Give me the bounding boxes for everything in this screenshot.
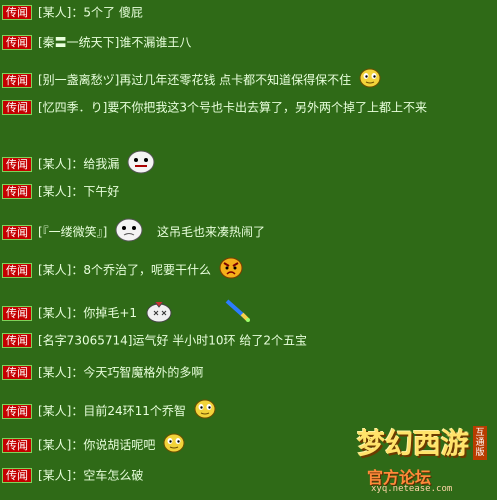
rumor-tag: 传闻 [2, 72, 32, 88]
rumor-tag: 传闻 [2, 333, 32, 348]
rumor-tag: 传闻 [2, 365, 32, 380]
rumor-tag: 传闻 [2, 156, 32, 172]
rumor-tag: 传闻 [2, 305, 32, 321]
chat-row: 传闻 [别一盏离愁ヅ]再过几年还零花钱 点卡都不知道保得保不住 [2, 68, 495, 92]
rumor-tag: 传闻 [2, 35, 32, 50]
chat-message: [某人]：今天巧智魔格外的多啊 [38, 365, 204, 380]
chat-row: 传闻 [某人]：给我漏 [2, 150, 495, 178]
rumor-tag: 传闻 [2, 184, 32, 199]
chat-message: [某人]：5个了 傻屁 [38, 5, 143, 20]
rumor-tag: 传闻 [2, 5, 32, 20]
logo-title: 梦幻西游 [357, 427, 470, 460]
chat-message: [某人]：给我漏 [38, 157, 120, 171]
smiley-face-icon [194, 399, 216, 423]
rumor-tag: 传闻 [2, 262, 32, 278]
rumor-tag: 传闻 [2, 403, 32, 419]
chat-message-continued: 这吊毛也来凑热闹了 [157, 225, 266, 239]
angry-face-icon [219, 257, 243, 283]
chat-message: [某人]：你说胡话呢吧 [38, 438, 156, 452]
chat-row: 传闻 [秦〓一统天下]谁不漏谁王八 [2, 34, 495, 51]
chat-message: [某人]：目前24环11个乔智 [38, 404, 186, 418]
ghost-face-icon [127, 150, 155, 178]
chat-row: 传闻 [『一缕微笑』] 这吊毛也来凑热闹了 [2, 218, 495, 246]
smiley-face-icon [163, 433, 185, 457]
rumor-tag: 传闻 [2, 437, 32, 453]
chat-row: 传闻 [忆四季．り]要不你把我这3个号也卡出去算了，另外两个掉了上都上不来 [2, 99, 495, 116]
game-forum-logo: 梦幻西游 互通版 官方论坛 xyq.netease.com [351, 416, 491, 496]
rumor-tag: 传闻 [2, 468, 32, 483]
chat-message: [『一缕微笑』] [38, 225, 108, 239]
chat-message: [忆四季．り]要不你把我这3个号也卡出去算了，另外两个掉了上都上不来 [38, 100, 428, 115]
chat-row: 传闻 [某人]：下午好 [2, 183, 495, 200]
chat-message: [别一盏离愁ヅ]再过几年还零花钱 点卡都不知道保得保不住 [38, 73, 352, 87]
chat-message: [名字73065714]运气好 半小时10环 给了2个五宝 [38, 333, 307, 348]
chat-message: [秦〓一统天下]谁不漏谁王八 [38, 35, 192, 50]
chat-row: 传闻 [某人]：你掉毛+1 [2, 298, 495, 328]
chat-row: 传闻 [某人]：今天巧智魔格外的多啊 [2, 364, 495, 381]
logo-badge: 互通版 [473, 426, 487, 460]
chat-row: 传闻 [某人]：5个了 傻屁 [2, 4, 495, 21]
rumor-tag: 传闻 [2, 100, 32, 115]
sword-item-icon [225, 299, 251, 327]
chat-row: 传闻 [某人]：8个乔治了，呢要干什么 [2, 257, 495, 283]
chat-row: 传闻 [名字73065714]运气好 半小时10环 给了2个五宝 [2, 332, 495, 349]
chat-message: [某人]：下午好 [38, 184, 120, 199]
pet-creature-icon [145, 298, 175, 328]
chat-message: [某人]：8个乔治了，呢要干什么 [38, 263, 211, 277]
smiley-face-icon [359, 68, 381, 92]
chat-message: [某人]：空车怎么破 [38, 468, 144, 483]
chat-message: [某人]：你掉毛+1 [38, 306, 138, 320]
rumor-tag: 传闻 [2, 224, 32, 240]
logo-url: xyq.netease.com [371, 484, 453, 494]
ghost-face-icon [115, 218, 143, 246]
